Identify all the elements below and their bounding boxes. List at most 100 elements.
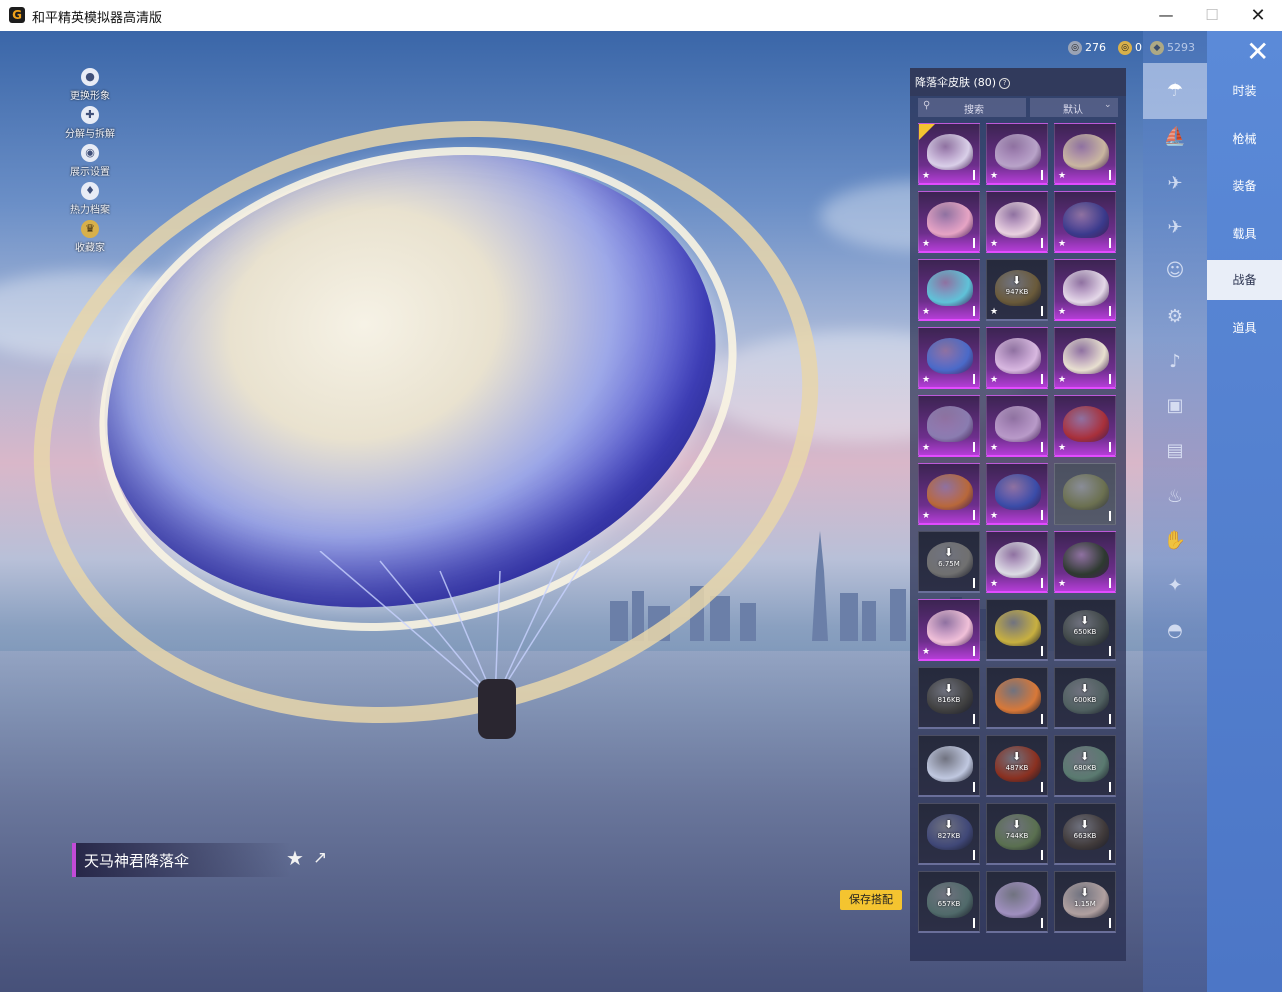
- skin-tile[interactable]: ★: [1054, 123, 1116, 185]
- skin-tile[interactable]: ⬇ 947KB ★: [986, 259, 1048, 321]
- tile-indicator: [1041, 714, 1043, 724]
- tile-indicator: [1109, 442, 1111, 452]
- close-icon[interactable]: ✕: [1246, 38, 1269, 66]
- change-appearance-button[interactable]: ● 更换形象: [58, 68, 122, 102]
- skin-tile[interactable]: ⬇ 6.75M: [918, 531, 980, 593]
- favorite-star-icon: ★: [1058, 239, 1067, 249]
- download-size: 663KB: [1073, 832, 1097, 840]
- skin-tile[interactable]: ★: [1054, 395, 1116, 457]
- app-logo-icon: G: [9, 7, 25, 23]
- collector-button[interactable]: ♛ 收藏家: [58, 220, 122, 254]
- skin-grid: ★ ★ ★ ★ ★ ★ ★ ⬇ 947KB ★ ★ ★ ★ ★ ★ ★ ★ ★ ★ ⬇ 6.75M ★ ★ ★ ⬇ 650KB ⬇ 8…: [918, 123, 1120, 941]
- skin-tile[interactable]: ★: [918, 259, 980, 321]
- tile-indicator: [973, 374, 975, 384]
- maximize-button[interactable]: ☐: [1189, 0, 1235, 31]
- skin-tile[interactable]: ★: [918, 395, 980, 457]
- download-icon: ⬇: [1012, 274, 1022, 287]
- tile-indicator: [1109, 714, 1111, 724]
- heat-archive-button[interactable]: ♦ 热力档案: [58, 182, 122, 216]
- tile-indicator: [973, 850, 975, 860]
- robot-icon[interactable]: ⚙: [1161, 303, 1189, 331]
- share-button[interactable]: ↗: [313, 848, 327, 868]
- favorite-button[interactable]: ★: [286, 846, 304, 870]
- emote-icon[interactable]: ☺: [1161, 257, 1189, 285]
- tab-fashion[interactable]: 时装: [1207, 71, 1282, 111]
- skin-tile[interactable]: ★: [1054, 531, 1116, 593]
- selected-check-icon: [919, 124, 935, 140]
- help-icon[interactable]: ?: [999, 77, 1011, 89]
- menu-label: 更换形象: [70, 91, 110, 102]
- parachute-thumbnail: [995, 134, 1041, 170]
- speaker-icon[interactable]: ♪: [1161, 348, 1189, 376]
- skin-tile[interactable]: ⬇ 657KB: [918, 871, 980, 933]
- skin-tile[interactable]: [918, 735, 980, 797]
- tile-indicator: [973, 918, 975, 928]
- picture-icon[interactable]: ▤: [1161, 437, 1189, 465]
- parachute-icon[interactable]: ☂: [1143, 63, 1207, 119]
- favorite-star-icon: ★: [1058, 307, 1067, 317]
- extinguisher-icon[interactable]: ♨: [1161, 483, 1189, 511]
- skin-tile[interactable]: ★: [918, 463, 980, 525]
- skin-tile[interactable]: ⬇ 487KB: [986, 735, 1048, 797]
- skin-tile[interactable]: [1054, 463, 1116, 525]
- favorite-star-icon: ★: [990, 579, 999, 589]
- parachute-thumbnail: [995, 542, 1041, 578]
- wand-icon[interactable]: ✦: [1161, 572, 1189, 600]
- skin-tile[interactable]: ⬇ 1.15M: [1054, 871, 1116, 933]
- sort-dropdown[interactable]: 默认 ⌄: [1030, 98, 1118, 117]
- skin-tile[interactable]: [986, 667, 1048, 729]
- download-icon: ⬇: [1080, 886, 1090, 899]
- tab-weapons[interactable]: 枪械: [1207, 119, 1282, 159]
- skin-tile[interactable]: ★: [1054, 327, 1116, 389]
- skin-tile[interactable]: ★: [986, 395, 1048, 457]
- hand-icon[interactable]: ✋: [1161, 527, 1189, 555]
- tab-vehicles[interactable]: 载具: [1207, 214, 1282, 254]
- tab-equipment[interactable]: 装备: [1207, 166, 1282, 206]
- download-size: 744KB: [1005, 832, 1029, 840]
- window-title: 和平精英模拟器高清版: [32, 11, 163, 26]
- skin-tile[interactable]: ⬇ 600KB: [1054, 667, 1116, 729]
- skin-tile[interactable]: ★: [986, 191, 1048, 253]
- close-window-button[interactable]: ✕: [1235, 0, 1281, 31]
- tile-indicator: [1109, 918, 1111, 928]
- skin-tile[interactable]: ★: [986, 123, 1048, 185]
- parachute-thumbnail: [995, 406, 1041, 442]
- search-input[interactable]: ⚲ 搜索: [918, 98, 1026, 117]
- glider-icon[interactable]: ⛵: [1161, 123, 1189, 151]
- skin-tile[interactable]: ⬇ 744KB: [986, 803, 1048, 865]
- skin-tile[interactable]: ★: [918, 191, 980, 253]
- skin-tile[interactable]: ⬇ 680KB: [1054, 735, 1116, 797]
- skin-tile[interactable]: ★: [918, 327, 980, 389]
- skin-tile[interactable]: ★: [918, 599, 980, 661]
- skin-tile[interactable]: ⬇ 650KB: [1054, 599, 1116, 661]
- frame-icon[interactable]: ▣: [1161, 392, 1189, 420]
- tab-items[interactable]: 道具: [1207, 308, 1282, 348]
- skin-tile[interactable]: ★: [986, 327, 1048, 389]
- skin-tile[interactable]: ★: [1054, 191, 1116, 253]
- drone-icon[interactable]: ✈: [1161, 170, 1189, 198]
- minimize-button[interactable]: —: [1143, 0, 1189, 31]
- download-icon: ⬇: [944, 682, 954, 695]
- skin-tile[interactable]: ⬇ 663KB: [1054, 803, 1116, 865]
- skin-tile[interactable]: ⬇ 816KB: [918, 667, 980, 729]
- save-outfit-button[interactable]: 保存搭配: [840, 890, 902, 910]
- skin-tile[interactable]: ★: [918, 123, 980, 185]
- window-titlebar: G 和平精英模拟器高清版 — ☐ ✕: [0, 0, 1282, 32]
- plane-icon[interactable]: ✈: [1161, 214, 1189, 242]
- display-settings-button[interactable]: ◉ 展示设置: [58, 144, 122, 178]
- skin-tile[interactable]: ★: [986, 531, 1048, 593]
- parachute-thumbnail: [1063, 270, 1109, 306]
- decompose-button[interactable]: ✚ 分解与拆解: [58, 106, 122, 140]
- skin-tile[interactable]: ⬇ 827KB: [918, 803, 980, 865]
- parachute-thumbnail: [1063, 474, 1109, 510]
- skin-tile[interactable]: [986, 871, 1048, 933]
- favorite-star-icon: ★: [922, 171, 931, 181]
- flame-icon: ♦: [81, 182, 99, 200]
- skin-tile[interactable]: ★: [986, 463, 1048, 525]
- download-size: 600KB: [1073, 696, 1097, 704]
- parachute-thumbnail: [995, 338, 1041, 374]
- skin-tile[interactable]: [986, 599, 1048, 661]
- skin-tile[interactable]: ★: [1054, 259, 1116, 321]
- hat-icon[interactable]: ◓: [1161, 617, 1189, 645]
- tab-battle-prep[interactable]: 战备: [1207, 260, 1282, 300]
